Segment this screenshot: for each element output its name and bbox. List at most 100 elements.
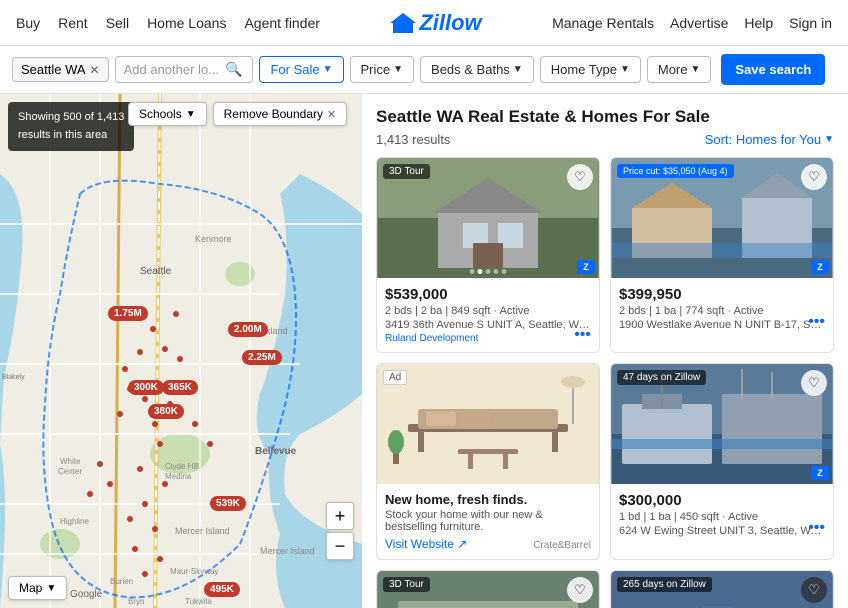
listings-meta: 1,413 results Sort: Homes for You ▼ <box>376 132 834 147</box>
listing-heart-2[interactable]: ♡ <box>801 164 827 190</box>
header-right: Manage Rentals Advertise Help Sign in <box>552 15 832 31</box>
price-marker-539k[interactable]: 539K <box>210 496 246 511</box>
sort-chevron-icon: ▼ <box>824 134 834 145</box>
for-sale-label: For Sale <box>270 62 319 77</box>
ad-info: New home, fresh finds. Stock your home w… <box>377 484 599 559</box>
zoom-in-button[interactable]: + <box>326 502 354 530</box>
schools-button[interactable]: Schools ▼ <box>128 102 207 126</box>
listing-info-3: $300,000 1 bd | 1 ba | 450 sqft · Active… <box>611 484 833 545</box>
nav-rent[interactable]: Rent <box>58 15 88 31</box>
listing-image-1: 3D Tour ♡ Z <box>377 158 599 278</box>
map-type-button[interactable]: Map ▼ <box>8 576 67 600</box>
listing-card-1[interactable]: 3D Tour ♡ Z $539,000 2 bds | <box>376 157 600 353</box>
listing-card-3[interactable]: 47 days on Zillow ♡ Z $300,000 1 bd | 1 … <box>610 363 834 560</box>
listing-info-2: $399,950 2 bds | 1 ba | 774 sqft · Activ… <box>611 278 833 339</box>
listing-dots-1 <box>470 269 507 274</box>
listing-card-5[interactable]: 265 days on Zillow ♡ Z <box>610 570 834 608</box>
home-type-label: Home Type <box>551 62 617 77</box>
map-overlay-info: Showing 500 of 1,413 results in this are… <box>8 102 134 151</box>
price-filter[interactable]: Price ▼ <box>350 56 415 83</box>
svg-text:Kenmore: Kenmore <box>195 234 232 244</box>
beds-baths-label: Beds & Baths <box>431 62 510 77</box>
save-search-button[interactable]: Save search <box>721 54 825 85</box>
listing-heart-3[interactable]: ♡ <box>801 370 827 396</box>
for-sale-chevron: ▼ <box>323 64 333 75</box>
more-filter[interactable]: More ▼ <box>647 56 712 83</box>
overlay-text-line1: Showing 500 of 1,413 <box>18 111 124 123</box>
ad-badge-label: Ad <box>383 370 407 385</box>
zoom-out-button[interactable]: − <box>326 532 354 560</box>
svg-text:Maur-Skyway: Maur-Skyway <box>170 567 218 576</box>
price-marker-365k[interactable]: 365K <box>162 380 198 395</box>
svg-text:Mercer Island: Mercer Island <box>175 526 230 536</box>
help-link[interactable]: Help <box>744 15 773 31</box>
main-content: Kenmore Kirkland Bellevue Mercer Island … <box>0 94 848 608</box>
add-location-placeholder: Add another lo... <box>124 62 219 77</box>
listing-heart-5[interactable]: ♡ <box>801 577 827 603</box>
listing-heart-4[interactable]: ♡ <box>567 577 593 603</box>
remove-boundary-close-icon: ✕ <box>327 108 336 121</box>
price-marker-200m[interactable]: 2.00M <box>228 322 268 337</box>
listing-price-2: $399,950 <box>619 286 825 303</box>
zillow-logo-icon <box>390 13 416 33</box>
price-marker-175m[interactable]: 1.75M <box>108 306 148 321</box>
listing-price-1: $539,000 <box>385 286 591 303</box>
location-tag[interactable]: Seattle WA ✕ <box>12 57 109 82</box>
zillow-z-badge-2: Z <box>811 260 829 274</box>
map-zoom-controls: + − <box>326 502 354 560</box>
add-location-input[interactable]: Add another lo... 🔍 <box>115 56 254 83</box>
listing-more-1[interactable]: ••• <box>574 326 591 344</box>
sign-in-link[interactable]: Sign in <box>789 15 832 31</box>
advertise-link[interactable]: Advertise <box>670 15 728 31</box>
svg-text:Tukwila: Tukwila <box>185 597 212 606</box>
listing-more-2[interactable]: ••• <box>808 313 825 331</box>
listing-image-3: 47 days on Zillow ♡ Z <box>611 364 833 484</box>
results-count: 1,413 results <box>376 132 450 147</box>
nav-sell[interactable]: Sell <box>106 15 129 31</box>
main-nav: Buy Rent Sell Home Loans Agent finder <box>16 15 320 31</box>
svg-text:Bryn: Bryn <box>128 597 144 606</box>
svg-text:Mercer Island: Mercer Island <box>260 546 315 556</box>
zillow-z-badge-1: Z <box>577 260 595 274</box>
listing-image-5: 265 days on Zillow ♡ Z <box>611 571 833 608</box>
header: Buy Rent Sell Home Loans Agent finder Zi… <box>0 0 848 46</box>
schools-label: Schools <box>139 107 182 121</box>
logo-text: Zillow <box>419 10 481 36</box>
listing-more-3[interactable]: ••• <box>808 519 825 537</box>
sort-button[interactable]: Sort: Homes for You ▼ <box>705 132 834 147</box>
overlay-text-line2: results in this area <box>18 129 107 141</box>
ad-desc: Stock your home with our new & bestselli… <box>385 509 591 533</box>
beds-baths-chevron: ▼ <box>513 64 523 75</box>
price-marker-380k[interactable]: 380K <box>148 404 184 419</box>
listing-card-4[interactable]: 3D Tour ♡ Z <box>376 570 600 608</box>
svg-text:Center: Center <box>58 467 82 476</box>
beds-baths-filter[interactable]: Beds & Baths ▼ <box>420 56 534 83</box>
ad-card[interactable]: Ad New home, fresh finds. Stock your hom… <box>376 363 600 560</box>
price-marker-225m[interactable]: 2.25M <box>242 350 282 365</box>
price-marker-300k[interactable]: 300K <box>128 380 164 395</box>
listing-address-1: 3419 36th Avenue S UNIT A, Seattle, WA 9… <box>385 319 591 331</box>
manage-rentals-link[interactable]: Manage Rentals <box>552 15 654 31</box>
price-chevron: ▼ <box>393 64 403 75</box>
for-sale-filter[interactable]: For Sale ▼ <box>259 56 343 83</box>
listing-details-3: 1 bd | 1 ba | 450 sqft · Active <box>619 511 825 523</box>
map-svg: Kenmore Kirkland Bellevue Mercer Island … <box>0 94 362 608</box>
price-marker-495k[interactable]: 495K <box>204 582 240 597</box>
listing-badge-3: 47 days on Zillow <box>617 370 706 385</box>
map-filter-bar: Schools ▼ Remove Boundary ✕ <box>128 102 347 126</box>
listing-address-2: 1900 Westlake Avenue N UNIT B-17, Seattl… <box>619 319 825 331</box>
listing-heart-1[interactable]: ♡ <box>567 164 593 190</box>
svg-text:Highline: Highline <box>60 517 89 526</box>
search-button[interactable]: 🔍 <box>223 61 244 78</box>
logo[interactable]: Zillow <box>390 10 481 36</box>
home-type-filter[interactable]: Home Type ▼ <box>540 56 641 83</box>
listing-card-2[interactable]: Price cut: $35,050 (Aug 4) ♡ Z $399,950 … <box>610 157 834 353</box>
schools-chevron-icon: ▼ <box>186 109 196 120</box>
ad-title: New home, fresh finds. <box>385 492 591 507</box>
nav-buy[interactable]: Buy <box>16 15 40 31</box>
listing-badge-1: 3D Tour <box>383 164 430 179</box>
remove-boundary-button[interactable]: Remove Boundary ✕ <box>213 102 348 126</box>
nav-agent-finder[interactable]: Agent finder <box>244 15 320 31</box>
nav-home-loans[interactable]: Home Loans <box>147 15 226 31</box>
location-tag-close[interactable]: ✕ <box>90 63 100 77</box>
